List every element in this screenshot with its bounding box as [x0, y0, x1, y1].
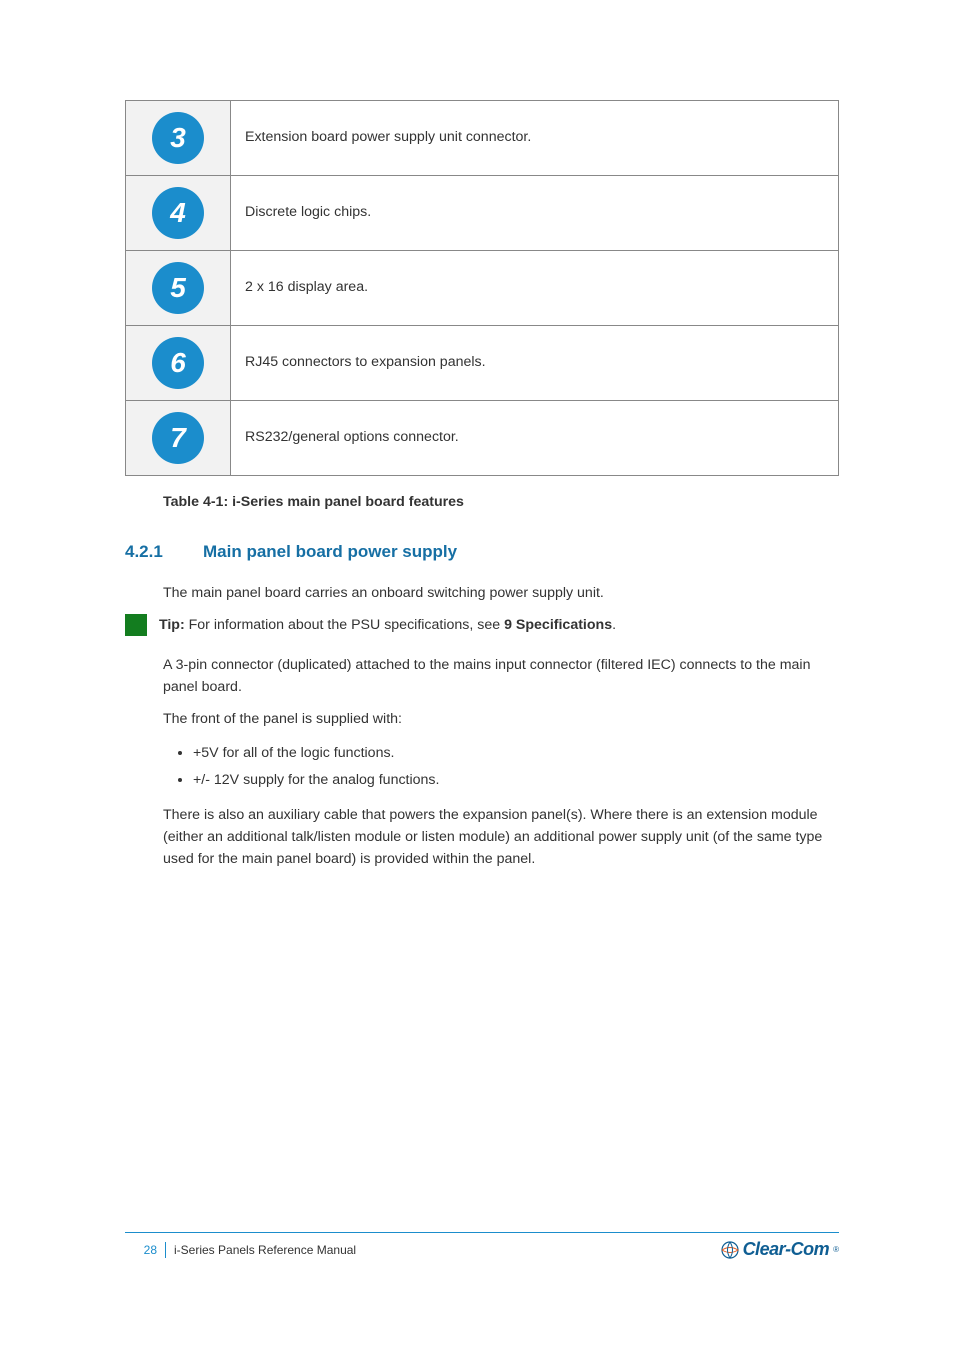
row-description: Extension board power supply unit connec…: [231, 101, 839, 176]
page-number: 28: [125, 1243, 163, 1257]
list-item: +/- 12V supply for the analog functions.: [193, 767, 839, 794]
number-badge: 3: [152, 112, 204, 164]
paragraph: There is also an auxiliary cable that po…: [163, 804, 839, 870]
tip-link: 9 Specifications: [504, 617, 612, 633]
registered-mark: ®: [833, 1245, 839, 1254]
tip-text: For information about the PSU specificat…: [185, 617, 504, 633]
section-number: 4.2.1: [125, 542, 203, 562]
row-description: RJ45 connectors to expansion panels.: [231, 326, 839, 401]
tip-label: Tip:: [155, 617, 185, 633]
paragraph: The main panel board carries an onboard …: [163, 582, 839, 604]
page-footer: 28 i-Series Panels Reference Manual Clea…: [125, 1232, 839, 1260]
globe-icon: [721, 1241, 739, 1259]
number-badge: 4: [152, 187, 204, 239]
paragraph: The front of the panel is supplied with:: [163, 708, 839, 730]
row-description: 2 x 16 display area.: [231, 251, 839, 326]
number-badge: 6: [152, 337, 204, 389]
row-description: Discrete logic chips.: [231, 176, 839, 251]
number-badge: 5: [152, 262, 204, 314]
section-title: Main panel board power supply: [125, 542, 839, 562]
table-row: 3 Extension board power supply unit conn…: [126, 101, 839, 176]
feature-table: 3 Extension board power supply unit conn…: [125, 100, 839, 476]
table-row: 5 2 x 16 display area.: [126, 251, 839, 326]
table-caption: Table 4-1: i-Series main panel board fea…: [163, 494, 839, 510]
brand-text: Clear-Com: [743, 1239, 830, 1260]
list-item: +5V for all of the logic functions.: [193, 740, 839, 767]
table-row: 6 RJ45 connectors to expansion panels.: [126, 326, 839, 401]
footer-title: i-Series Panels Reference Manual: [174, 1243, 721, 1257]
row-description: RS232/general options connector.: [231, 401, 839, 476]
table-row: 7 RS232/general options connector.: [126, 401, 839, 476]
tip-icon: [125, 614, 147, 636]
table-row: 4 Discrete logic chips.: [126, 176, 839, 251]
tip-callout: Tip: For information about the PSU speci…: [125, 614, 839, 636]
brand-logo: Clear-Com®: [721, 1239, 839, 1260]
number-badge: 7: [152, 412, 204, 464]
paragraph: A 3-pin connector (duplicated) attached …: [163, 654, 839, 698]
bullet-list: +5V for all of the logic functions. +/- …: [193, 740, 839, 794]
tip-after: .: [612, 617, 616, 633]
